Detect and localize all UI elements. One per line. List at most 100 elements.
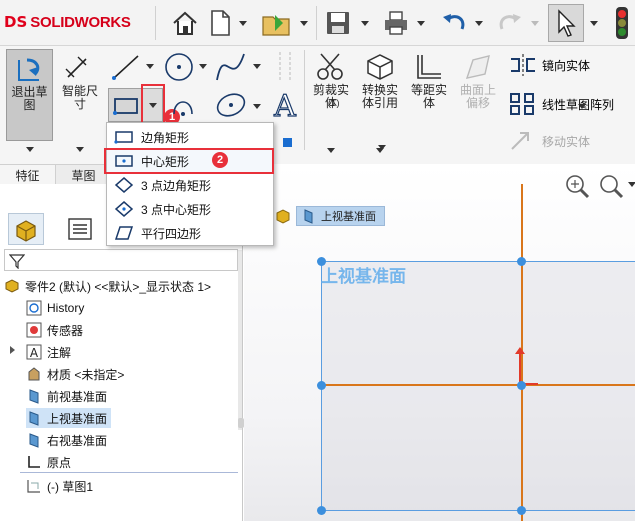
tree-item-sketch1[interactable]: (-) 草图1 <box>26 476 93 496</box>
scissors-icon <box>317 53 343 80</box>
line-tool-icon[interactable] <box>110 52 144 82</box>
open-button[interactable] <box>260 5 294 41</box>
zoom-area-icon[interactable] <box>596 172 626 200</box>
menu-item-3point-center-rectangle[interactable]: 3 点中心矩形 <box>107 197 273 221</box>
tree-item-history[interactable]: History <box>26 298 84 318</box>
zoom-dropdown[interactable] <box>628 182 635 187</box>
spline-dropdown[interactable] <box>253 64 261 69</box>
convert-entities-label: 转换实 体引用 <box>361 83 398 110</box>
fillet-tool-icon[interactable] <box>272 50 298 84</box>
trim-dropdown[interactable] <box>327 148 335 153</box>
select-dropdown[interactable] <box>587 5 601 41</box>
mirror-entities-button[interactable]: 镜向实体 <box>508 52 633 78</box>
ribbon-more-dropdown[interactable] <box>378 145 386 150</box>
save-dropdown[interactable] <box>358 5 372 41</box>
arc-tool-icon[interactable] <box>170 90 196 120</box>
zoom-to-fit-icon[interactable] <box>562 172 592 200</box>
linear-pattern-button[interactable]: 线性草图阵列 <box>508 90 633 118</box>
graphics-viewport[interactable]: 上视基准面 上视基准面 <box>244 164 635 521</box>
separator <box>304 50 305 150</box>
tree-item-front-plane[interactable]: 前视基准面 <box>26 386 107 406</box>
filter-bar[interactable] <box>4 249 238 271</box>
circle-tool-icon[interactable] <box>162 50 196 84</box>
convert-entities-button[interactable]: 转换实 体引用 <box>356 48 404 140</box>
text-tool-icon[interactable]: A <box>270 88 300 122</box>
line-dropdown[interactable] <box>146 64 154 69</box>
tab-feature-manager[interactable] <box>8 213 44 245</box>
exit-sketch-dropdown[interactable] <box>6 142 53 156</box>
tab-property-manager[interactable] <box>62 213 98 245</box>
circle-dropdown[interactable] <box>199 64 207 69</box>
menu-item-parallelogram[interactable]: 平行四边形 <box>107 221 273 245</box>
plane-name-label: 上视基准面 <box>321 267 406 286</box>
surface-offset-label: 曲面上 偏移 <box>459 83 496 110</box>
point-tool-icon[interactable] <box>283 138 292 147</box>
print-dropdown[interactable] <box>414 5 428 41</box>
plane-handle[interactable] <box>517 257 526 266</box>
solidworks-logo: DS SOLIDWORKS <box>4 10 131 34</box>
tree-item-top-plane[interactable]: 上视基准面 <box>26 408 112 428</box>
new-dropdown[interactable] <box>236 5 250 41</box>
plane-handle[interactable] <box>317 506 326 515</box>
trim-shortcut-label: (T) <box>328 98 340 108</box>
menu-item-3point-corner-rectangle[interactable]: 3 点边角矩形 <box>107 173 273 197</box>
undo-button[interactable] <box>438 5 470 41</box>
save-button[interactable] <box>322 5 354 41</box>
home-button[interactable] <box>168 5 202 41</box>
plane-handle[interactable] <box>317 257 326 266</box>
plane-handle[interactable] <box>317 381 326 390</box>
linear-pattern-icon <box>510 93 534 115</box>
tree-item-origin[interactable]: 原点 <box>26 452 71 472</box>
tree-item-annotations[interactable]: A 注解 <box>26 342 71 362</box>
tree-item-right-plane[interactable]: 右视基准面 <box>26 430 107 450</box>
surface-offset-button[interactable]: 曲面上 偏移 <box>454 48 502 140</box>
linear-pattern-dropdown[interactable] <box>578 104 586 109</box>
menu-item-label: 边角矩形 <box>141 130 190 145</box>
smart-dimension-dropdown[interactable] <box>56 142 104 156</box>
trim-entities-button[interactable]: 剪裁实 体 (T) <box>308 48 354 140</box>
chevron-down-icon <box>25 146 34 152</box>
open-dropdown[interactable] <box>297 5 311 41</box>
tree-item-label: 原点 <box>47 455 72 470</box>
new-document-button[interactable] <box>207 5 233 41</box>
tree-item-material[interactable]: 材质 <未指定> <box>26 364 124 384</box>
tree-root[interactable]: 零件2 (默认) <<默认>_显示状态 1> <box>4 276 211 296</box>
tree-item-label: (-) 草图1 <box>47 479 93 494</box>
ellipse-dropdown[interactable] <box>253 104 261 109</box>
plane-handle[interactable] <box>517 506 526 515</box>
offset-entities-button[interactable]: 等距实 体 <box>406 48 452 140</box>
spline-tool-icon[interactable] <box>214 50 248 84</box>
rollback-bar[interactable] <box>20 472 238 473</box>
separator <box>316 6 317 40</box>
panel-scrollbar[interactable] <box>238 250 242 430</box>
redo-icon <box>499 14 521 30</box>
chevron-down-icon <box>253 64 261 69</box>
rebuild-traffic-light[interactable] <box>612 5 632 41</box>
select-button[interactable] <box>548 4 584 42</box>
panel-splitter-handle[interactable] <box>238 418 244 428</box>
expand-arrow-icon[interactable] <box>10 346 15 354</box>
move-entities-button[interactable]: 移动实体 <box>508 128 633 154</box>
ellipse-tool-icon[interactable] <box>214 90 248 120</box>
print-button[interactable] <box>380 5 412 41</box>
tree-item-label: 传感器 <box>47 323 84 338</box>
menu-item-corner-rectangle[interactable]: 边角矩形 <box>107 125 273 149</box>
rectangle-button[interactable] <box>108 88 142 122</box>
redo-dropdown[interactable] <box>528 5 542 41</box>
plane-handle[interactable] <box>517 381 526 390</box>
tree-item-label: 右视基准面 <box>47 433 108 448</box>
smart-dimension-label: 智能尺 寸 <box>61 84 98 111</box>
exit-sketch-button[interactable]: 退出草 图 <box>6 49 53 141</box>
top-plane-display[interactable] <box>321 261 635 511</box>
plane-icon <box>26 410 42 426</box>
tab-features[interactable]: 特征 <box>0 165 56 184</box>
offset-entities-label: 等距实 体 <box>410 83 447 110</box>
menu-item-label: 平行四边形 <box>141 226 202 241</box>
tree-root-label: 零件2 (默认) <<默认>_显示状态 1> <box>25 279 212 294</box>
breadcrumb-item[interactable]: 上视基准面 <box>296 206 385 226</box>
chevron-down-icon <box>76 146 84 152</box>
undo-dropdown[interactable] <box>472 5 486 41</box>
redo-button[interactable] <box>494 5 526 41</box>
smart-dimension-button[interactable]: 智能尺 寸 <box>56 49 104 141</box>
tree-item-sensors[interactable]: 传感器 <box>26 320 83 340</box>
